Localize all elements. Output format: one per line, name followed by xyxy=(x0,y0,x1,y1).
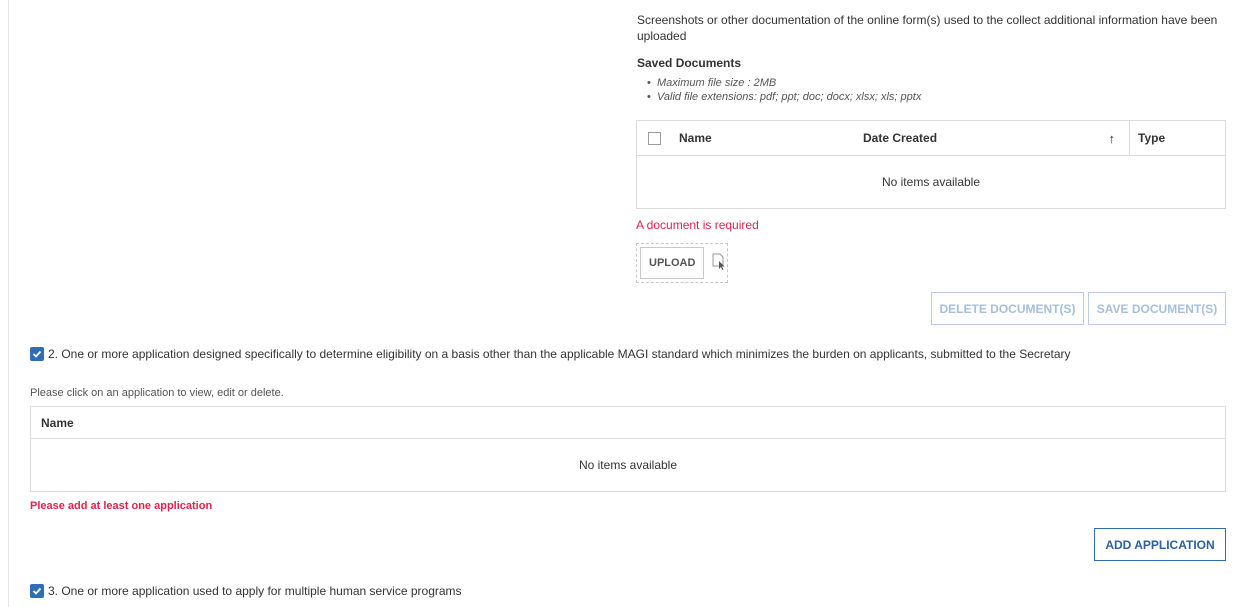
file-cursor-icon xyxy=(712,253,726,274)
item-2-label: 2. One or more application designed spec… xyxy=(48,347,1071,361)
upload-button[interactable]: UPLOAD xyxy=(640,247,705,279)
item-3-label: 3. One or more application used to apply… xyxy=(48,584,462,598)
delete-documents-button[interactable]: DELETE DOCUMENT(S) xyxy=(931,292,1084,325)
documents-grid-header: Name Date Created ↑ Type xyxy=(637,121,1225,156)
documents-empty-message: No items available xyxy=(881,175,981,189)
document-required-error: A document is required xyxy=(636,218,759,232)
select-all-checkbox[interactable] xyxy=(647,131,661,145)
column-name[interactable]: Name xyxy=(671,131,855,145)
upload-dropzone[interactable]: UPLOAD xyxy=(636,243,728,283)
column-date-created[interactable]: Date Created ↑ xyxy=(855,131,1129,146)
documents-grid: Name Date Created ↑ Type No items availa… xyxy=(636,120,1226,209)
applications-grid: Name No items available xyxy=(30,406,1226,492)
select-all-cell xyxy=(637,121,671,155)
hint-extensions: Valid file extensions: pdf; ppt; doc; do… xyxy=(647,90,921,104)
item-2-row: 2. One or more application designed spec… xyxy=(30,347,1071,361)
column-type[interactable]: Type xyxy=(1129,121,1165,155)
checkmark-icon xyxy=(32,587,42,595)
item-2-checkbox[interactable] xyxy=(30,347,44,361)
save-documents-button[interactable]: SAVE DOCUMENT(S) xyxy=(1088,292,1226,325)
arrow-up-icon: ↑ xyxy=(1108,130,1116,146)
upload-hints: Maximum file size : 2MB Valid file exten… xyxy=(647,76,921,104)
hint-max-size: Maximum file size : 2MB xyxy=(647,76,921,90)
application-hint: Please click on an application to view, … xyxy=(30,387,284,399)
applications-empty-message: No items available xyxy=(578,458,678,472)
column-date-created-label: Date Created xyxy=(863,131,938,145)
checkmark-icon xyxy=(32,350,42,358)
left-border xyxy=(8,0,9,607)
add-application-button[interactable]: ADD APPLICATION xyxy=(1094,528,1226,561)
application-required-error: Please add at least one application xyxy=(30,500,213,512)
applications-grid-header: Name xyxy=(31,407,1225,439)
item-3-row: 3. One or more application used to apply… xyxy=(30,584,462,598)
column-application-name[interactable]: Name xyxy=(41,416,74,430)
saved-documents-title: Saved Documents xyxy=(637,56,742,70)
documents-description: Screenshots or other documentation of th… xyxy=(637,13,1218,43)
item-3-checkbox[interactable] xyxy=(30,584,44,598)
